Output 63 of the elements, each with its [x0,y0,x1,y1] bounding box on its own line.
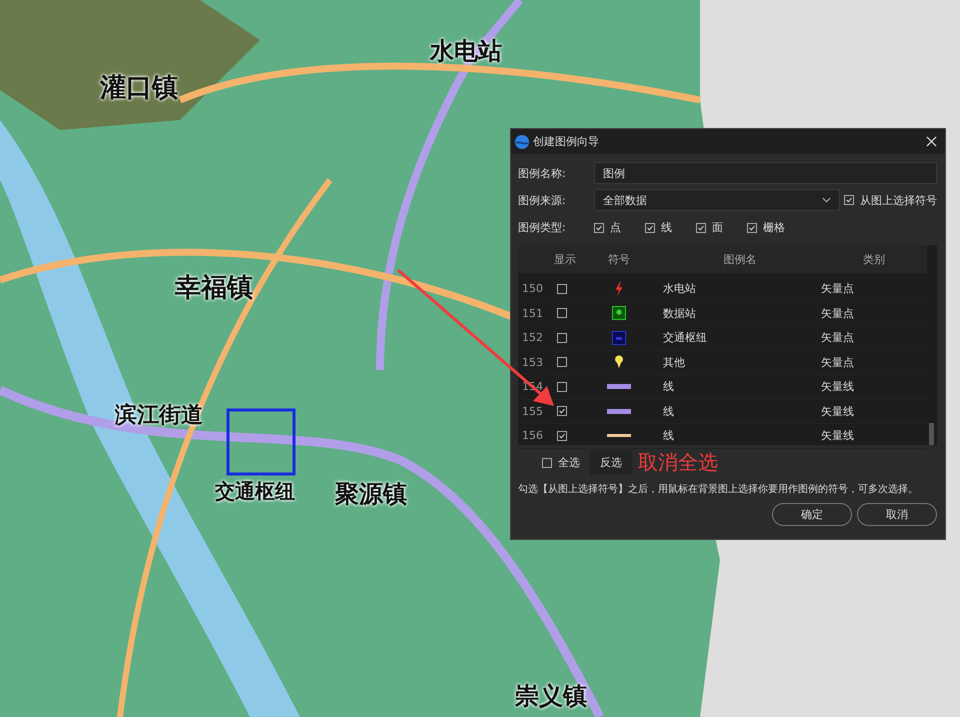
table-cell-text: 线 [662,404,675,419]
table-cell-text: 矢量点 [820,281,855,296]
row-number: 155 [521,404,544,418]
column-header: 类别 [862,252,886,266]
table-cell-text: 水电站 [662,281,697,296]
row-number: 150 [521,282,544,296]
ship-icon [612,330,626,345]
map-label: 聚源镇 [335,478,407,510]
column-header: 显示 [553,252,577,266]
row-number: 153 [521,356,544,369]
select-all-checkbox[interactable]: 全选 [542,455,580,470]
table-cell-text: 线 [662,379,675,394]
checkmark-icon [845,196,853,204]
chevron-down-icon [822,197,831,203]
dialog-button[interactable]: 确定 [772,503,852,526]
table-cell-text: 数据站 [662,306,697,321]
table-cell-text: 矢量点 [820,306,855,321]
show-checkbox[interactable] [557,357,567,368]
type-checkbox[interactable]: 点 [594,220,621,235]
table-cell-text: 其他 [662,354,686,370]
close-icon[interactable] [926,136,937,147]
field-label: 图例来源: [518,192,567,208]
show-checkbox[interactable] [557,382,567,392]
name-field[interactable]: 图例 [594,162,937,184]
dialog-button[interactable]: 取消 [857,503,937,526]
checkmark-icon [748,224,756,232]
row-number: 156 [521,429,544,442]
pick-from-map-checkbox[interactable]: 从图上选择符号 [844,192,937,208]
type-checkbox[interactable]: 面 [696,220,723,235]
table-cell-text: 矢量线 [820,428,855,444]
map-label: 灌口镇 [100,72,178,105]
row-number: 152 [521,331,544,344]
checkmark-icon [697,224,705,232]
globe-icon [515,134,529,148]
table-cell-text: 矢量线 [820,379,855,394]
type-checkbox[interactable]: 线 [645,220,672,235]
type-checkbox[interactable]: 栅格 [747,220,785,235]
field-label: 图例类型: [518,220,567,235]
table-cell-text: 矢量点 [820,354,855,370]
window-title: 创建图例向导 [533,134,600,149]
hint-text: 勾选【从图上选择符号】之后，用鼠标在背景图上选择你要用作图例的符号，可多次选择。 [518,483,918,497]
checkmark-icon [646,224,654,232]
map-label: 交通枢纽 [215,478,295,505]
row-number: 151 [521,306,544,320]
annotation-text: 取消全选 [638,449,718,476]
invert-selection-button[interactable]: 反选 [590,450,632,475]
checkmark-icon [595,224,603,232]
source-dropdown[interactable]: 全部数据 [594,189,840,211]
show-checkbox[interactable] [557,284,567,294]
show-checkbox[interactable] [557,332,567,343]
station-icon [612,306,626,320]
table-cell-text: 矢量线 [820,404,855,419]
show-checkbox[interactable] [557,406,567,416]
field-label: 图例名称: [518,166,567,180]
table-cell-text: 线 [662,428,675,444]
map-label: 幸福镇 [175,272,253,305]
table-cell-text: 交通枢纽 [662,330,708,346]
table-cell-text: 矢量点 [820,330,855,346]
show-checkbox[interactable] [557,308,567,318]
column-header: 符号 [607,252,631,266]
show-checkbox[interactable] [557,430,567,441]
pin-icon [612,355,626,370]
column-header: 图例名 [722,252,758,266]
